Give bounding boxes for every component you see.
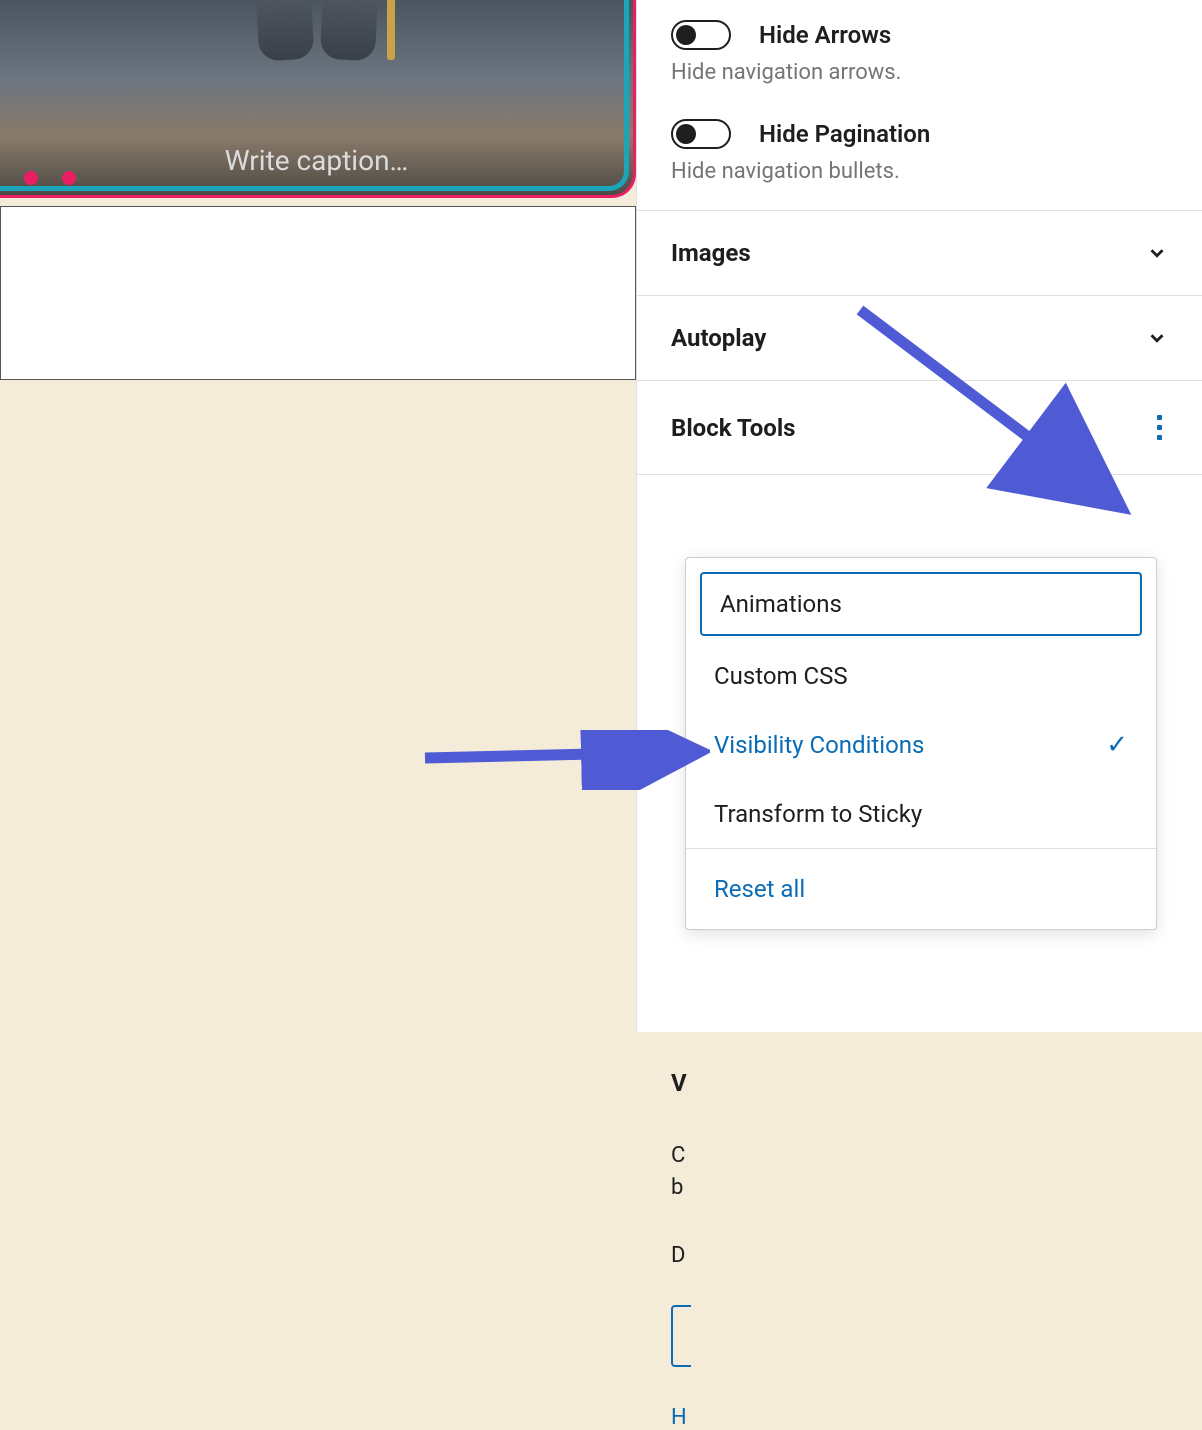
menu-item-custom-css[interactable]: Custom CSS: [686, 642, 1156, 710]
link-partial[interactable]: H: [671, 1405, 687, 1430]
menu-item-label: Custom CSS: [714, 662, 848, 690]
hide-arrows-description: Hide navigation arrows.: [671, 60, 1168, 85]
menu-item-label: Animations: [720, 590, 842, 618]
empty-paragraph-block[interactable]: [0, 206, 636, 380]
pagination-dots[interactable]: [24, 171, 76, 185]
block-tools-section-title: Block Tools: [671, 414, 796, 442]
pagination-dot[interactable]: [62, 171, 76, 185]
check-icon: ✓: [1106, 730, 1128, 760]
body-text-partial: C: [671, 1143, 685, 1168]
autoplay-section-title: Autoplay: [671, 324, 766, 352]
menu-item-reset-all[interactable]: Reset all: [686, 849, 1156, 929]
button-partial[interactable]: [671, 1305, 691, 1367]
images-section-header[interactable]: Images: [637, 210, 1202, 295]
pagination-dot[interactable]: [24, 171, 38, 185]
hide-arrows-label: Hide Arrows: [759, 21, 891, 49]
editor-canvas: Write caption…: [0, 0, 636, 1032]
hide-pagination-toggle[interactable]: [671, 119, 731, 149]
body-text-partial: b: [671, 1175, 683, 1200]
autoplay-section-header[interactable]: Autoplay: [637, 295, 1202, 380]
menu-item-visibility-conditions[interactable]: Visibility Conditions ✓: [686, 710, 1156, 780]
menu-item-label: Transform to Sticky: [714, 800, 922, 828]
slider-block-selected[interactable]: Write caption…: [0, 0, 636, 198]
navigation-settings-panel: Hide Arrows Hide navigation arrows. Hide…: [637, 0, 1202, 210]
visibility-heading-partial: V: [671, 1069, 687, 1097]
block-tools-section-header: Block Tools: [637, 380, 1202, 474]
menu-item-animations[interactable]: Animations: [700, 572, 1142, 636]
hide-pagination-label: Hide Pagination: [759, 120, 930, 148]
menu-item-label: Reset all: [714, 875, 805, 903]
chevron-down-icon: [1146, 242, 1168, 264]
caption-input[interactable]: Write caption…: [0, 144, 633, 177]
chevron-down-icon: [1146, 327, 1168, 349]
menu-item-label: Visibility Conditions: [714, 731, 924, 759]
hide-pagination-description: Hide navigation bullets.: [671, 159, 1168, 184]
menu-item-transform-sticky[interactable]: Transform to Sticky: [686, 780, 1156, 848]
body-text-partial: D: [671, 1243, 685, 1268]
block-tools-options-button[interactable]: [1151, 409, 1168, 446]
hide-arrows-toggle[interactable]: [671, 20, 731, 50]
images-section-title: Images: [671, 239, 751, 267]
block-tools-dropdown: Animations Custom CSS Visibility Conditi…: [685, 557, 1157, 930]
